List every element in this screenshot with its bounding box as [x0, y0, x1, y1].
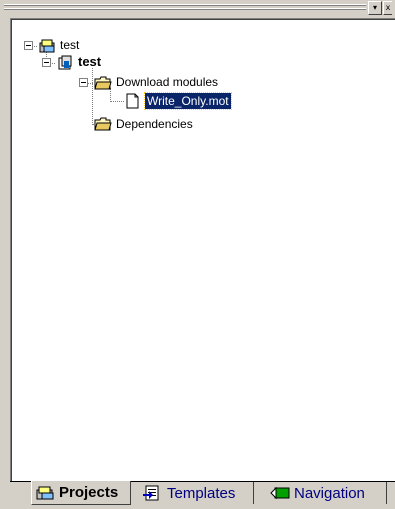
templates-icon [143, 485, 159, 501]
tab-projects[interactable]: Projects [31, 481, 131, 505]
tab-templates-label: Templates [167, 484, 236, 502]
project-tree[interactable]: test test Download modules Write_Only.mo… [10, 18, 395, 481]
tab-projects-label: Projects [59, 484, 119, 501]
tab-navigation-label: Navigation [294, 484, 365, 502]
projects-icon [36, 486, 54, 499]
navigation-icon [270, 486, 290, 500]
folder-open-icon [94, 117, 112, 131]
panel-close-button[interactable]: x [383, 1, 392, 15]
workspace-icon [39, 39, 55, 53]
tab-templates[interactable]: Templates [133, 482, 254, 504]
document-icon [126, 93, 139, 109]
panel-grip-bar[interactable] [4, 3, 366, 13]
workspace-tab-bar: Projects Templates Navigation [10, 481, 395, 509]
expander-download-modules-collapse-icon[interactable] [79, 78, 88, 87]
expander-project-collapse-icon[interactable] [42, 58, 51, 67]
tree-node-download-modules[interactable]: Download modules [114, 74, 220, 90]
panel-menu-button[interactable]: ▾ [368, 1, 382, 15]
panel-title-buttons: ▾ x [368, 1, 392, 15]
tree-node-dependencies[interactable]: Dependencies [114, 116, 195, 132]
tree-node-workspace[interactable]: test [58, 37, 81, 53]
tab-navigation[interactable]: Navigation [262, 482, 387, 504]
tree-node-project[interactable]: test [76, 54, 103, 70]
project-icon [58, 55, 72, 70]
tree-node-write-only-mot[interactable]: Write_Only.mot [144, 92, 232, 110]
workspace-panel: ▾ x test test Download modules Write_Onl… [0, 0, 395, 509]
folder-open-icon [94, 76, 112, 90]
expander-root-collapse-icon[interactable] [24, 41, 33, 50]
